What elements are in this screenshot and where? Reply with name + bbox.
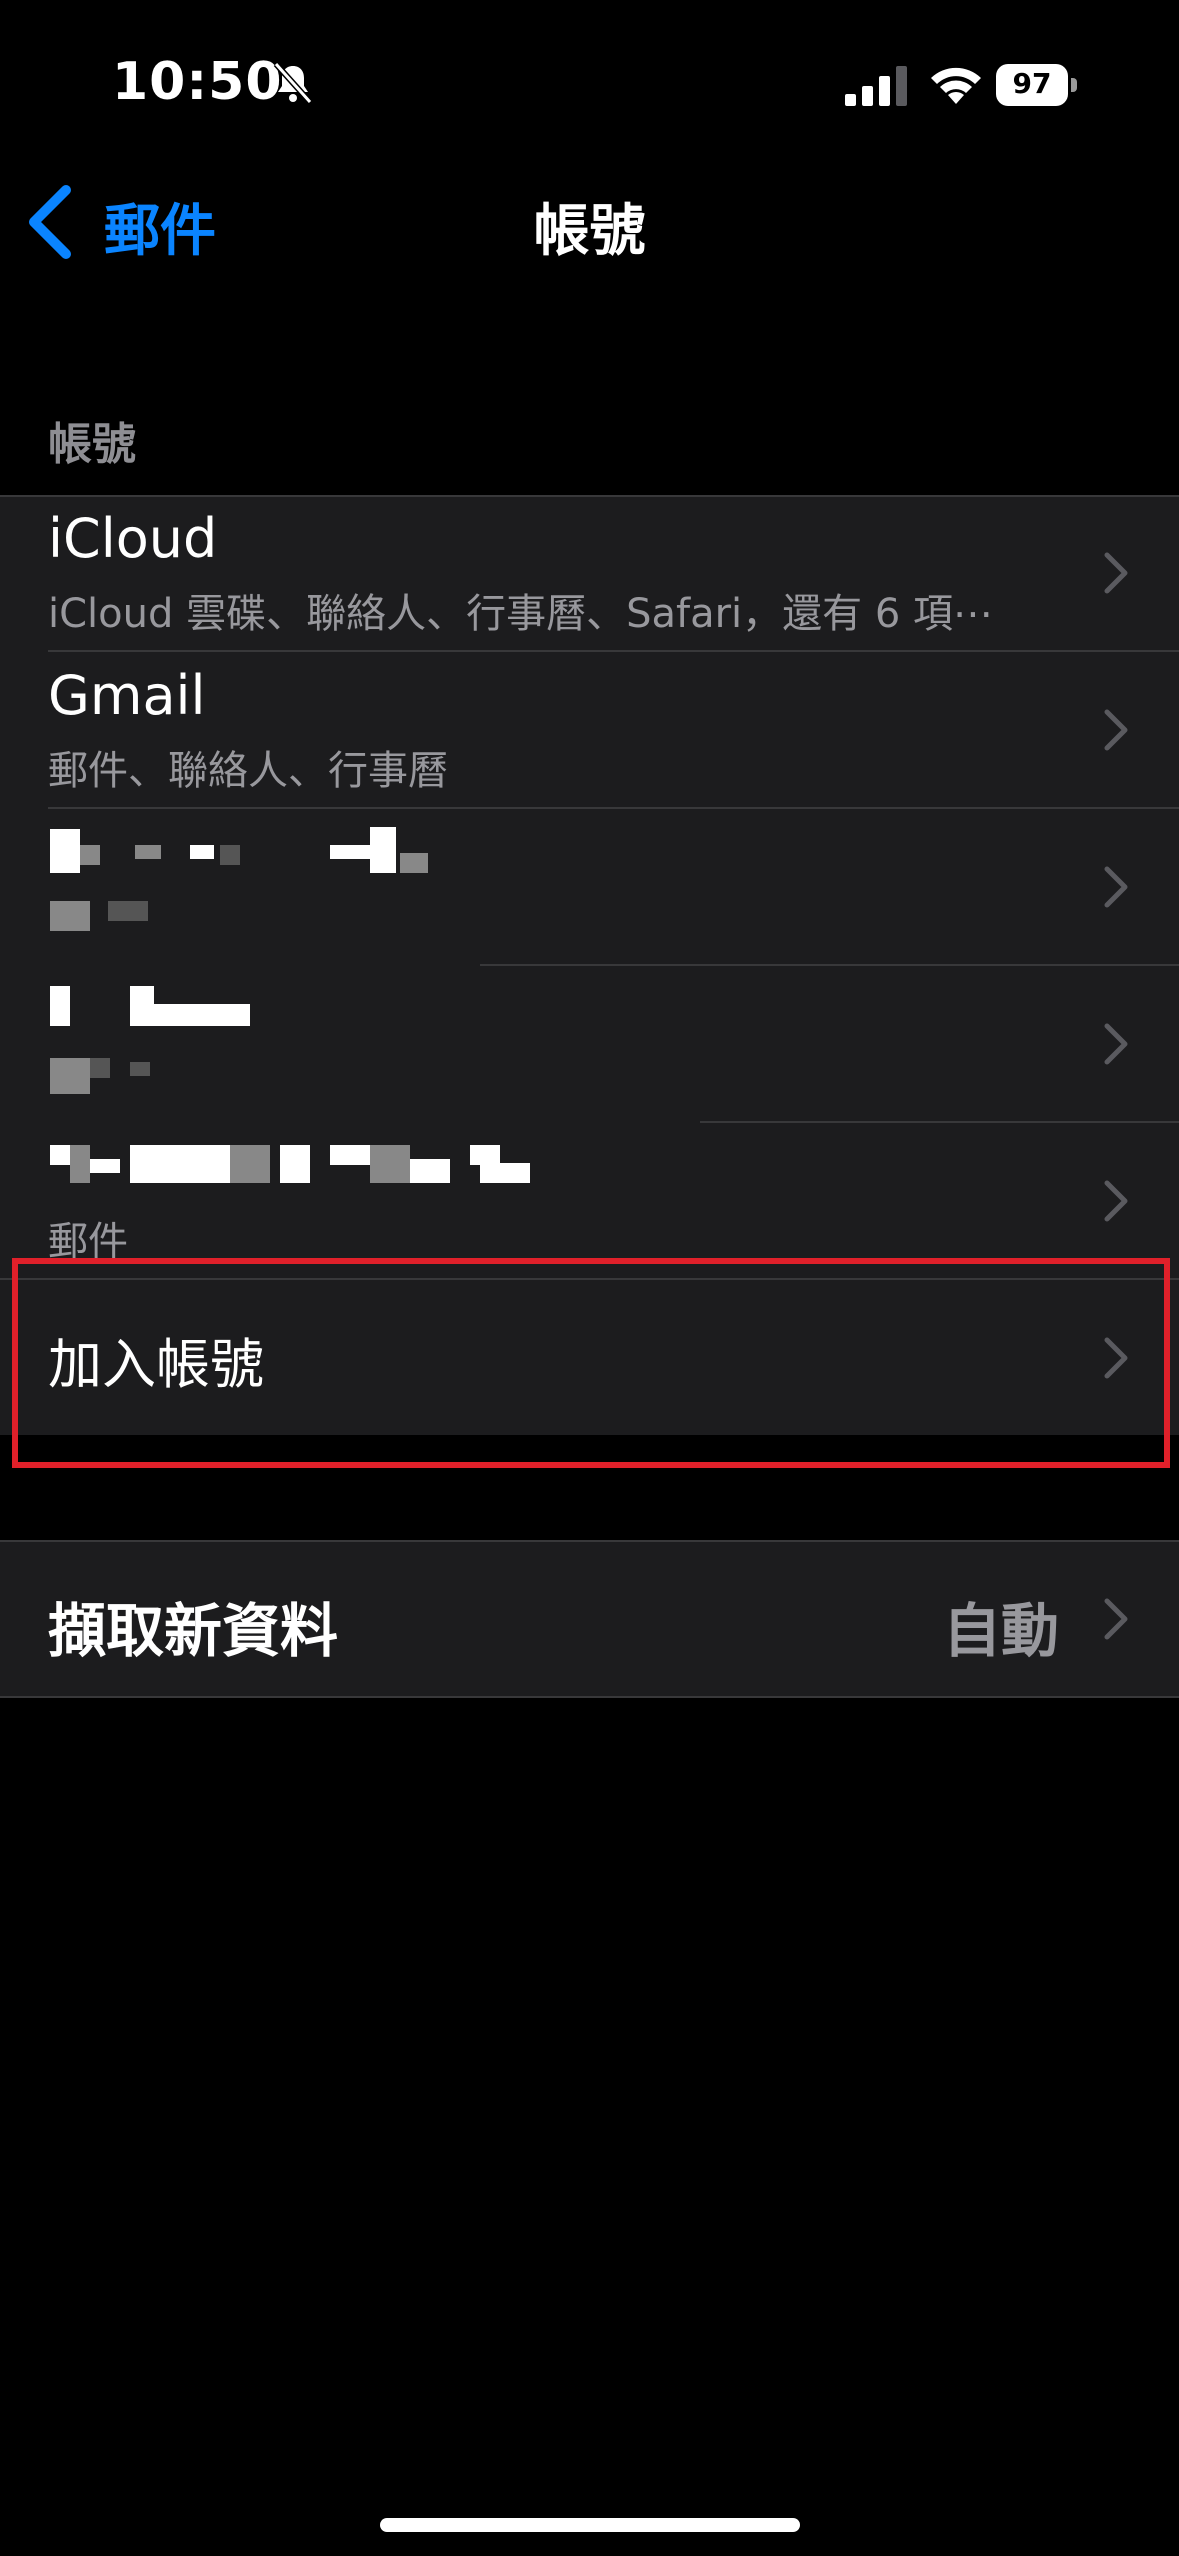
account-row-redacted[interactable]: 郵件 [0,1123,1179,1279]
chevron-right-icon [1104,552,1128,594]
account-subtitle: 郵件、聯絡人、行事曆 [48,748,448,794]
divider [0,1540,1179,1542]
section-header-accounts: 帳號 [48,419,136,470]
chevron-right-icon [1104,1598,1128,1640]
account-row-icloud[interactable]: iCloud iCloud 雲碟、聯絡人、行事曆、Safari，還有 6 項⋯ [0,495,1179,651]
bell-slash-icon [273,61,313,105]
highlight-box [12,1258,1170,1468]
account-row-redacted[interactable] [0,809,1179,965]
account-subtitle: iCloud 雲碟、聯絡人、行事曆、Safari，還有 6 項⋯ [48,591,994,637]
account-row-gmail[interactable]: Gmail 郵件、聯絡人、行事曆 [0,652,1179,808]
battery-level: 97 [1012,67,1052,100]
account-title: Gmail [48,664,206,727]
page-title: 帳號 [533,199,646,264]
account-row-redacted[interactable] [0,966,1179,1122]
battery-icon: 97 [996,64,1078,106]
status-time: 10:50 [112,52,283,112]
chevron-right-icon [1104,709,1128,751]
fetch-value: 自動 [942,1597,1059,1665]
divider [0,1696,1179,1698]
account-title: iCloud [48,507,218,570]
wifi-icon [931,67,981,104]
fetch-label: 擷取新資料 [48,1597,339,1665]
signal-icon [845,66,907,106]
chevron-right-icon [1104,1180,1128,1222]
chevron-right-icon [1104,1023,1128,1065]
home-indicator[interactable] [380,2518,800,2532]
chevron-right-icon [1104,866,1128,908]
fetch-new-data-row[interactable]: 擷取新資料 自動 [0,1540,1179,1698]
